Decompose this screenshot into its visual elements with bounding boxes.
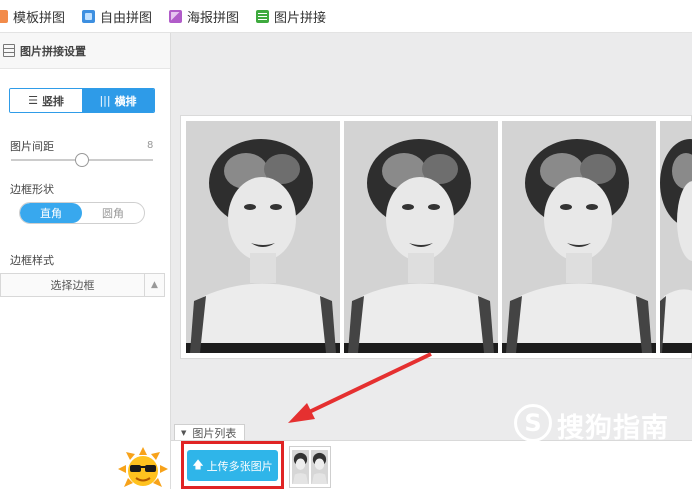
- watermark-text: 搜狗指南: [557, 413, 669, 444]
- sogou-logo-icon: S: [514, 404, 552, 442]
- stitched-photo[interactable]: [186, 121, 340, 353]
- free-collage-icon: [82, 9, 96, 23]
- slider-handle[interactable]: [75, 153, 89, 167]
- caret-up-icon[interactable]: ▲: [144, 274, 164, 296]
- stitch-settings-panel: 图片拼接设置 ☰ 竖排 ||| 横排 图片间距 8 边框形状 直角 圆角 边框样…: [0, 33, 171, 489]
- square-corner-button[interactable]: 直角: [20, 203, 82, 223]
- upload-images-button[interactable]: 🡅 上传多张图片: [187, 450, 278, 481]
- spacing-label: 图片间距: [10, 140, 54, 153]
- top-tab-bar: 模板拼图 自由拼图 海报拼图 图片拼接: [0, 0, 692, 33]
- portrait-photo-icon: [186, 121, 340, 353]
- border-shape-label: 边框形状: [10, 183, 54, 196]
- spacing-value: 8: [147, 140, 154, 151]
- tab-image-stitch[interactable]: 图片拼接: [256, 0, 326, 33]
- portrait-photo-icon: [311, 450, 328, 484]
- round-corner-button[interactable]: 圆角: [82, 203, 144, 223]
- panel-title: 图片拼接设置: [20, 44, 86, 58]
- tab-label: 自由拼图: [100, 10, 153, 26]
- border-shape-toggle: 直角 圆角: [19, 202, 145, 224]
- template-grid-icon: [0, 9, 8, 23]
- columns-icon: |||: [99, 94, 111, 107]
- stitch-canvas: [180, 115, 692, 359]
- tab-label: 模板拼图: [13, 10, 66, 26]
- upload-label: 上传多张图片: [206, 459, 273, 473]
- image-list-label: 图片列表: [192, 427, 237, 440]
- stitched-photo[interactable]: [660, 121, 692, 353]
- tab-label: 海报拼图: [187, 10, 240, 26]
- image-list-tab[interactable]: ▼ 图片列表: [174, 424, 246, 441]
- sogou-watermark: S 搜狗指南 zhinan.sogou.com: [512, 398, 692, 468]
- portrait-photo-icon: [344, 121, 498, 353]
- vertical-layout-label: 竖排: [41, 94, 64, 108]
- stitched-photo[interactable]: [344, 121, 498, 353]
- thumbnail-photo: [292, 450, 309, 484]
- rows-icon: ☰: [28, 94, 38, 107]
- upload-highlight-box: 🡅 上传多张图片: [181, 441, 284, 489]
- spacing-slider[interactable]: [11, 153, 153, 167]
- uploaded-image-thumbnail[interactable]: [289, 446, 331, 488]
- tab-free-collage[interactable]: 自由拼图: [82, 0, 152, 33]
- poster-icon: [169, 9, 183, 23]
- upload-arrow-icon: 🡅: [192, 458, 204, 471]
- tab-label: 图片拼接: [274, 10, 327, 26]
- panel-header: 图片拼接设置: [0, 33, 170, 69]
- tab-template-collage[interactable]: 模板拼图: [0, 0, 65, 33]
- tab-poster-collage[interactable]: 海报拼图: [169, 0, 239, 33]
- select-border-label: 选择边框: [50, 279, 95, 292]
- border-style-select[interactable]: 选择边框 ▲: [0, 273, 165, 297]
- image-stitch-icon: [256, 9, 270, 23]
- portrait-photo-icon: [502, 121, 656, 353]
- horizontal-layout-button[interactable]: ||| 横排: [82, 89, 154, 112]
- thumbnail-photo: [311, 450, 328, 484]
- border-style-label: 边框样式: [10, 254, 54, 267]
- horizontal-layout-label: 横排: [114, 94, 137, 108]
- settings-list-icon: [3, 44, 15, 57]
- sun-sunglasses-sticker-icon: [118, 447, 168, 487]
- watermark-url: zhinan.sogou.com: [514, 446, 631, 459]
- layout-toggle: ☰ 竖排 ||| 横排: [9, 88, 155, 113]
- caret-down-icon: ▼: [181, 429, 187, 437]
- vertical-layout-button[interactable]: ☰ 竖排: [10, 89, 82, 112]
- portrait-photo-icon: [660, 121, 692, 353]
- stitched-photo[interactable]: [502, 121, 656, 353]
- portrait-photo-icon: [292, 450, 309, 484]
